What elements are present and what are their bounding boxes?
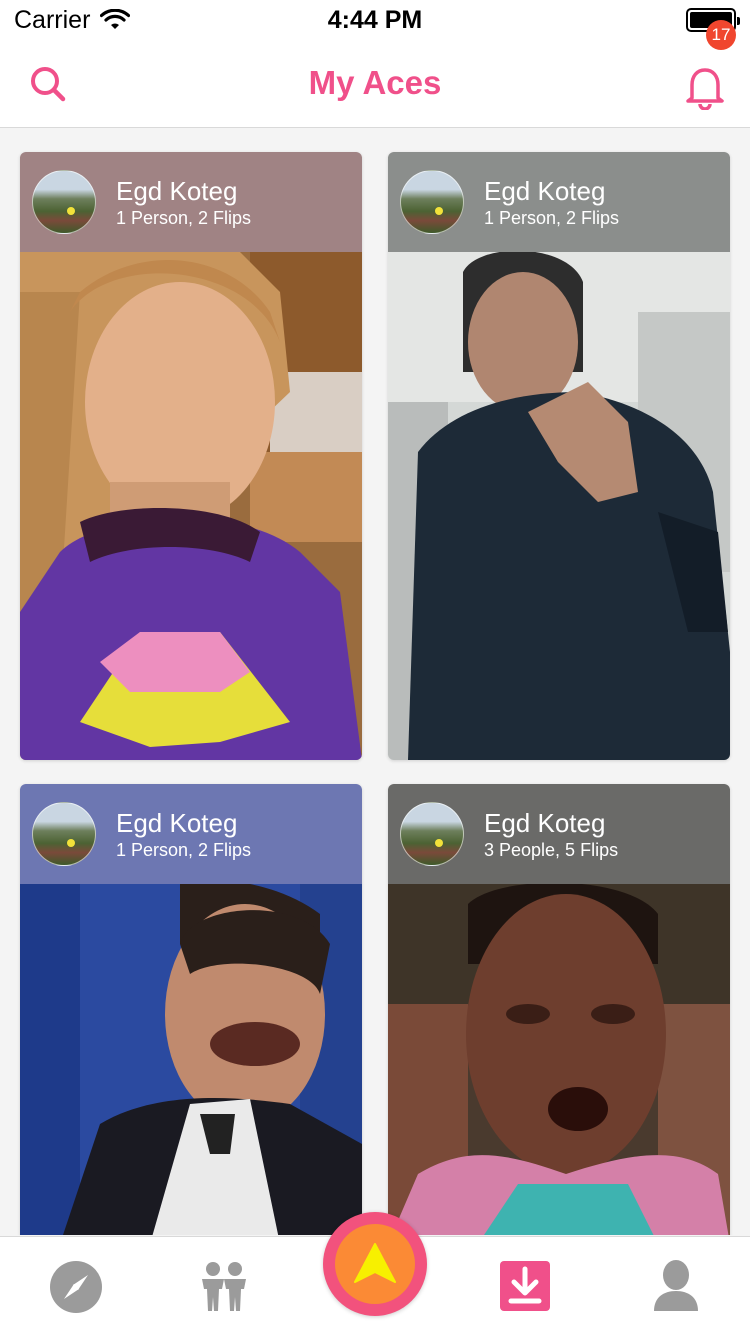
card-user-name: Egd Koteg	[116, 176, 238, 206]
people-icon[interactable]	[196, 1259, 252, 1315]
card-meta: 1 Person, 2 Flips	[116, 840, 252, 860]
card-preview-image[interactable]	[20, 884, 362, 1235]
bell-icon[interactable]	[680, 60, 730, 110]
page-title: My Aces	[308, 64, 442, 101]
explore-icon[interactable]	[48, 1259, 104, 1315]
card-user-name: Egd Koteg	[484, 176, 606, 206]
profile-icon[interactable]	[648, 1259, 704, 1315]
card-user-name: Egd Koteg	[116, 808, 238, 838]
card-header: Egd Koteg 1 Person, 2 Flips	[20, 152, 362, 252]
ace-card[interactable]: Egd Koteg 1 Person, 2 Flips	[20, 784, 362, 1235]
center-action-inner	[335, 1224, 415, 1304]
avatar[interactable]	[32, 802, 96, 866]
card-meta: 3 People, 5 Flips	[484, 840, 619, 860]
card-preview-image[interactable]	[20, 252, 362, 760]
notification-badge: 17	[706, 20, 736, 50]
avatar[interactable]	[400, 802, 464, 866]
card-meta: 1 Person, 2 Flips	[116, 208, 252, 228]
card-preview-image[interactable]	[388, 884, 730, 1235]
avatar[interactable]	[400, 170, 464, 234]
wifi-icon	[100, 9, 131, 29]
card-header: Egd Koteg 1 Person, 2 Flips	[20, 784, 362, 884]
avatar[interactable]	[32, 170, 96, 234]
card-meta: 1 Person, 2 Flips	[484, 208, 620, 228]
center-action-button[interactable]	[323, 1212, 427, 1316]
card-user-name: Egd Koteg	[484, 808, 606, 838]
ace-card[interactable]: Egd Koteg 1 Person, 2 Flips	[388, 152, 730, 760]
download-icon[interactable]	[498, 1259, 552, 1313]
ace-icon	[354, 1243, 396, 1283]
card-header: Egd Koteg 3 People, 5 Flips	[388, 784, 730, 884]
aces-feed[interactable]: Egd Koteg 1 Person, 2 Flips Egd Koteg 1 …	[0, 129, 750, 1235]
ace-card[interactable]: Egd Koteg 1 Person, 2 Flips	[20, 152, 362, 760]
carrier-label: Carrier	[14, 5, 91, 34]
card-preview-image[interactable]	[388, 252, 730, 760]
nav-bar: My Aces	[0, 40, 750, 128]
status-bar: Carrier 4:44 PM	[0, 0, 750, 40]
card-header: Egd Koteg 1 Person, 2 Flips	[388, 152, 730, 252]
ace-card[interactable]: Egd Koteg 3 People, 5 Flips	[388, 784, 730, 1235]
status-left: Carrier	[14, 5, 131, 35]
